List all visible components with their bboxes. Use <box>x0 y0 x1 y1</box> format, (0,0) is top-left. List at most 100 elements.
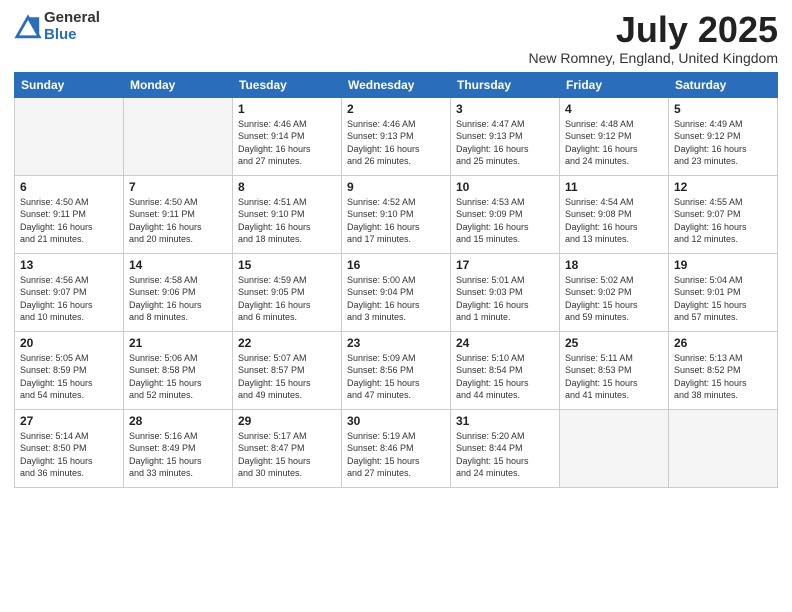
cell-info: Sunrise: 5:04 AM Sunset: 9:01 PM Dayligh… <box>674 274 772 324</box>
day-number: 31 <box>456 414 554 428</box>
cell-info: Sunrise: 4:48 AM Sunset: 9:12 PM Dayligh… <box>565 118 663 168</box>
cell-info: Sunrise: 5:10 AM Sunset: 8:54 PM Dayligh… <box>456 352 554 402</box>
calendar-cell: 6 Sunrise: 4:50 AM Sunset: 9:11 PM Daylig… <box>15 175 124 253</box>
calendar-cell: 27 Sunrise: 5:14 AM Sunset: 8:50 PM Dayli… <box>15 409 124 487</box>
calendar-cell: 14 Sunrise: 4:58 AM Sunset: 9:06 PM Dayli… <box>124 253 233 331</box>
day-number: 30 <box>347 414 445 428</box>
cell-info: Sunrise: 4:58 AM Sunset: 9:06 PM Dayligh… <box>129 274 227 324</box>
cell-info: Sunrise: 5:07 AM Sunset: 8:57 PM Dayligh… <box>238 352 336 402</box>
cell-info: Sunrise: 5:14 AM Sunset: 8:50 PM Dayligh… <box>20 430 118 480</box>
weekday-header-friday: Friday <box>560 72 669 97</box>
day-number: 25 <box>565 336 663 350</box>
day-number: 1 <box>238 102 336 116</box>
cell-info: Sunrise: 5:19 AM Sunset: 8:46 PM Dayligh… <box>347 430 445 480</box>
day-number: 17 <box>456 258 554 272</box>
day-number: 14 <box>129 258 227 272</box>
calendar-cell: 20 Sunrise: 5:05 AM Sunset: 8:59 PM Dayli… <box>15 331 124 409</box>
day-number: 6 <box>20 180 118 194</box>
calendar-cell: 10 Sunrise: 4:53 AM Sunset: 9:09 PM Dayli… <box>451 175 560 253</box>
day-number: 23 <box>347 336 445 350</box>
weekday-header-saturday: Saturday <box>669 72 778 97</box>
cell-info: Sunrise: 5:06 AM Sunset: 8:58 PM Dayligh… <box>129 352 227 402</box>
cell-info: Sunrise: 5:16 AM Sunset: 8:49 PM Dayligh… <box>129 430 227 480</box>
calendar-cell: 11 Sunrise: 4:54 AM Sunset: 9:08 PM Dayli… <box>560 175 669 253</box>
calendar-cell: 19Sunrise: 5:04 AM Sunset: 9:01 PM Dayli… <box>669 253 778 331</box>
logo-blue-text: Blue <box>44 27 100 44</box>
page: General Blue July 2025 New Romney, Engla… <box>0 0 792 612</box>
logo-icon <box>14 13 42 41</box>
weekday-header-thursday: Thursday <box>451 72 560 97</box>
day-number: 28 <box>129 414 227 428</box>
calendar-cell: 13Sunrise: 4:56 AM Sunset: 9:07 PM Dayli… <box>15 253 124 331</box>
day-number: 20 <box>20 336 118 350</box>
calendar-cell: 26Sunrise: 5:13 AM Sunset: 8:52 PM Dayli… <box>669 331 778 409</box>
cell-info: Sunrise: 4:46 AM Sunset: 9:13 PM Dayligh… <box>347 118 445 168</box>
calendar-cell: 9Sunrise: 4:52 AM Sunset: 9:10 PM Daylig… <box>342 175 451 253</box>
day-number: 5 <box>674 102 772 116</box>
calendar-cell: 30 Sunrise: 5:19 AM Sunset: 8:46 PM Dayli… <box>342 409 451 487</box>
cell-info: Sunrise: 5:01 AM Sunset: 9:03 PM Dayligh… <box>456 274 554 324</box>
cell-info: Sunrise: 4:55 AM Sunset: 9:07 PM Dayligh… <box>674 196 772 246</box>
calendar-cell: 16 Sunrise: 5:00 AM Sunset: 9:04 PM Dayli… <box>342 253 451 331</box>
day-number: 10 <box>456 180 554 194</box>
cell-info: Sunrise: 4:46 AM Sunset: 9:14 PM Dayligh… <box>238 118 336 168</box>
cell-info: Sunrise: 5:05 AM Sunset: 8:59 PM Dayligh… <box>20 352 118 402</box>
week-row-3: 20 Sunrise: 5:05 AM Sunset: 8:59 PM Dayli… <box>15 331 778 409</box>
calendar-cell: 21Sunrise: 5:06 AM Sunset: 8:58 PM Dayli… <box>124 331 233 409</box>
weekday-header-wednesday: Wednesday <box>342 72 451 97</box>
cell-info: Sunrise: 4:49 AM Sunset: 9:12 PM Dayligh… <box>674 118 772 168</box>
cell-info: Sunrise: 4:50 AM Sunset: 9:11 PM Dayligh… <box>20 196 118 246</box>
day-number: 9 <box>347 180 445 194</box>
day-number: 12 <box>674 180 772 194</box>
cell-info: Sunrise: 4:54 AM Sunset: 9:08 PM Dayligh… <box>565 196 663 246</box>
cell-info: Sunrise: 5:02 AM Sunset: 9:02 PM Dayligh… <box>565 274 663 324</box>
month-title: July 2025 <box>528 10 778 50</box>
calendar-cell <box>15 97 124 175</box>
calendar-cell: 4 Sunrise: 4:48 AM Sunset: 9:12 PM Daylig… <box>560 97 669 175</box>
calendar-cell <box>669 409 778 487</box>
calendar-cell: 2 Sunrise: 4:46 AM Sunset: 9:13 PM Daylig… <box>342 97 451 175</box>
cell-info: Sunrise: 5:00 AM Sunset: 9:04 PM Dayligh… <box>347 274 445 324</box>
calendar-cell: 29 Sunrise: 5:17 AM Sunset: 8:47 PM Dayli… <box>233 409 342 487</box>
calendar-cell: 17 Sunrise: 5:01 AM Sunset: 9:03 PM Dayli… <box>451 253 560 331</box>
header: General Blue July 2025 New Romney, Engla… <box>14 10 778 66</box>
calendar-cell: 8 Sunrise: 4:51 AM Sunset: 9:10 PM Daylig… <box>233 175 342 253</box>
calendar-cell: 7 Sunrise: 4:50 AM Sunset: 9:11 PM Daylig… <box>124 175 233 253</box>
week-row-2: 13Sunrise: 4:56 AM Sunset: 9:07 PM Dayli… <box>15 253 778 331</box>
cell-info: Sunrise: 5:17 AM Sunset: 8:47 PM Dayligh… <box>238 430 336 480</box>
cell-info: Sunrise: 5:09 AM Sunset: 8:56 PM Dayligh… <box>347 352 445 402</box>
week-row-1: 6 Sunrise: 4:50 AM Sunset: 9:11 PM Daylig… <box>15 175 778 253</box>
day-number: 16 <box>347 258 445 272</box>
cell-info: Sunrise: 4:56 AM Sunset: 9:07 PM Dayligh… <box>20 274 118 324</box>
calendar-cell: 22 Sunrise: 5:07 AM Sunset: 8:57 PM Dayli… <box>233 331 342 409</box>
cell-info: Sunrise: 4:59 AM Sunset: 9:05 PM Dayligh… <box>238 274 336 324</box>
logo-general-text: General <box>44 10 100 27</box>
weekday-header-monday: Monday <box>124 72 233 97</box>
day-number: 7 <box>129 180 227 194</box>
weekday-header-row: SundayMondayTuesdayWednesdayThursdayFrid… <box>15 72 778 97</box>
day-number: 26 <box>674 336 772 350</box>
calendar-cell: 1 Sunrise: 4:46 AM Sunset: 9:14 PM Daylig… <box>233 97 342 175</box>
day-number: 11 <box>565 180 663 194</box>
day-number: 4 <box>565 102 663 116</box>
day-number: 8 <box>238 180 336 194</box>
calendar-cell: 12 Sunrise: 4:55 AM Sunset: 9:07 PM Dayli… <box>669 175 778 253</box>
calendar-cell: 18Sunrise: 5:02 AM Sunset: 9:02 PM Dayli… <box>560 253 669 331</box>
calendar-cell: 23 Sunrise: 5:09 AM Sunset: 8:56 PM Dayli… <box>342 331 451 409</box>
logo: General Blue <box>14 10 100 43</box>
calendar-cell: 24Sunrise: 5:10 AM Sunset: 8:54 PM Dayli… <box>451 331 560 409</box>
calendar-table: SundayMondayTuesdayWednesdayThursdayFrid… <box>14 72 778 488</box>
calendar-cell: 28 Sunrise: 5:16 AM Sunset: 8:49 PM Dayli… <box>124 409 233 487</box>
weekday-header-sunday: Sunday <box>15 72 124 97</box>
cell-info: Sunrise: 4:51 AM Sunset: 9:10 PM Dayligh… <box>238 196 336 246</box>
day-number: 22 <box>238 336 336 350</box>
cell-info: Sunrise: 4:53 AM Sunset: 9:09 PM Dayligh… <box>456 196 554 246</box>
day-number: 2 <box>347 102 445 116</box>
cell-info: Sunrise: 4:50 AM Sunset: 9:11 PM Dayligh… <box>129 196 227 246</box>
cell-info: Sunrise: 4:47 AM Sunset: 9:13 PM Dayligh… <box>456 118 554 168</box>
day-number: 27 <box>20 414 118 428</box>
day-number: 29 <box>238 414 336 428</box>
title-section: July 2025 New Romney, England, United Ki… <box>528 10 778 66</box>
day-number: 3 <box>456 102 554 116</box>
week-row-0: 1 Sunrise: 4:46 AM Sunset: 9:14 PM Daylig… <box>15 97 778 175</box>
